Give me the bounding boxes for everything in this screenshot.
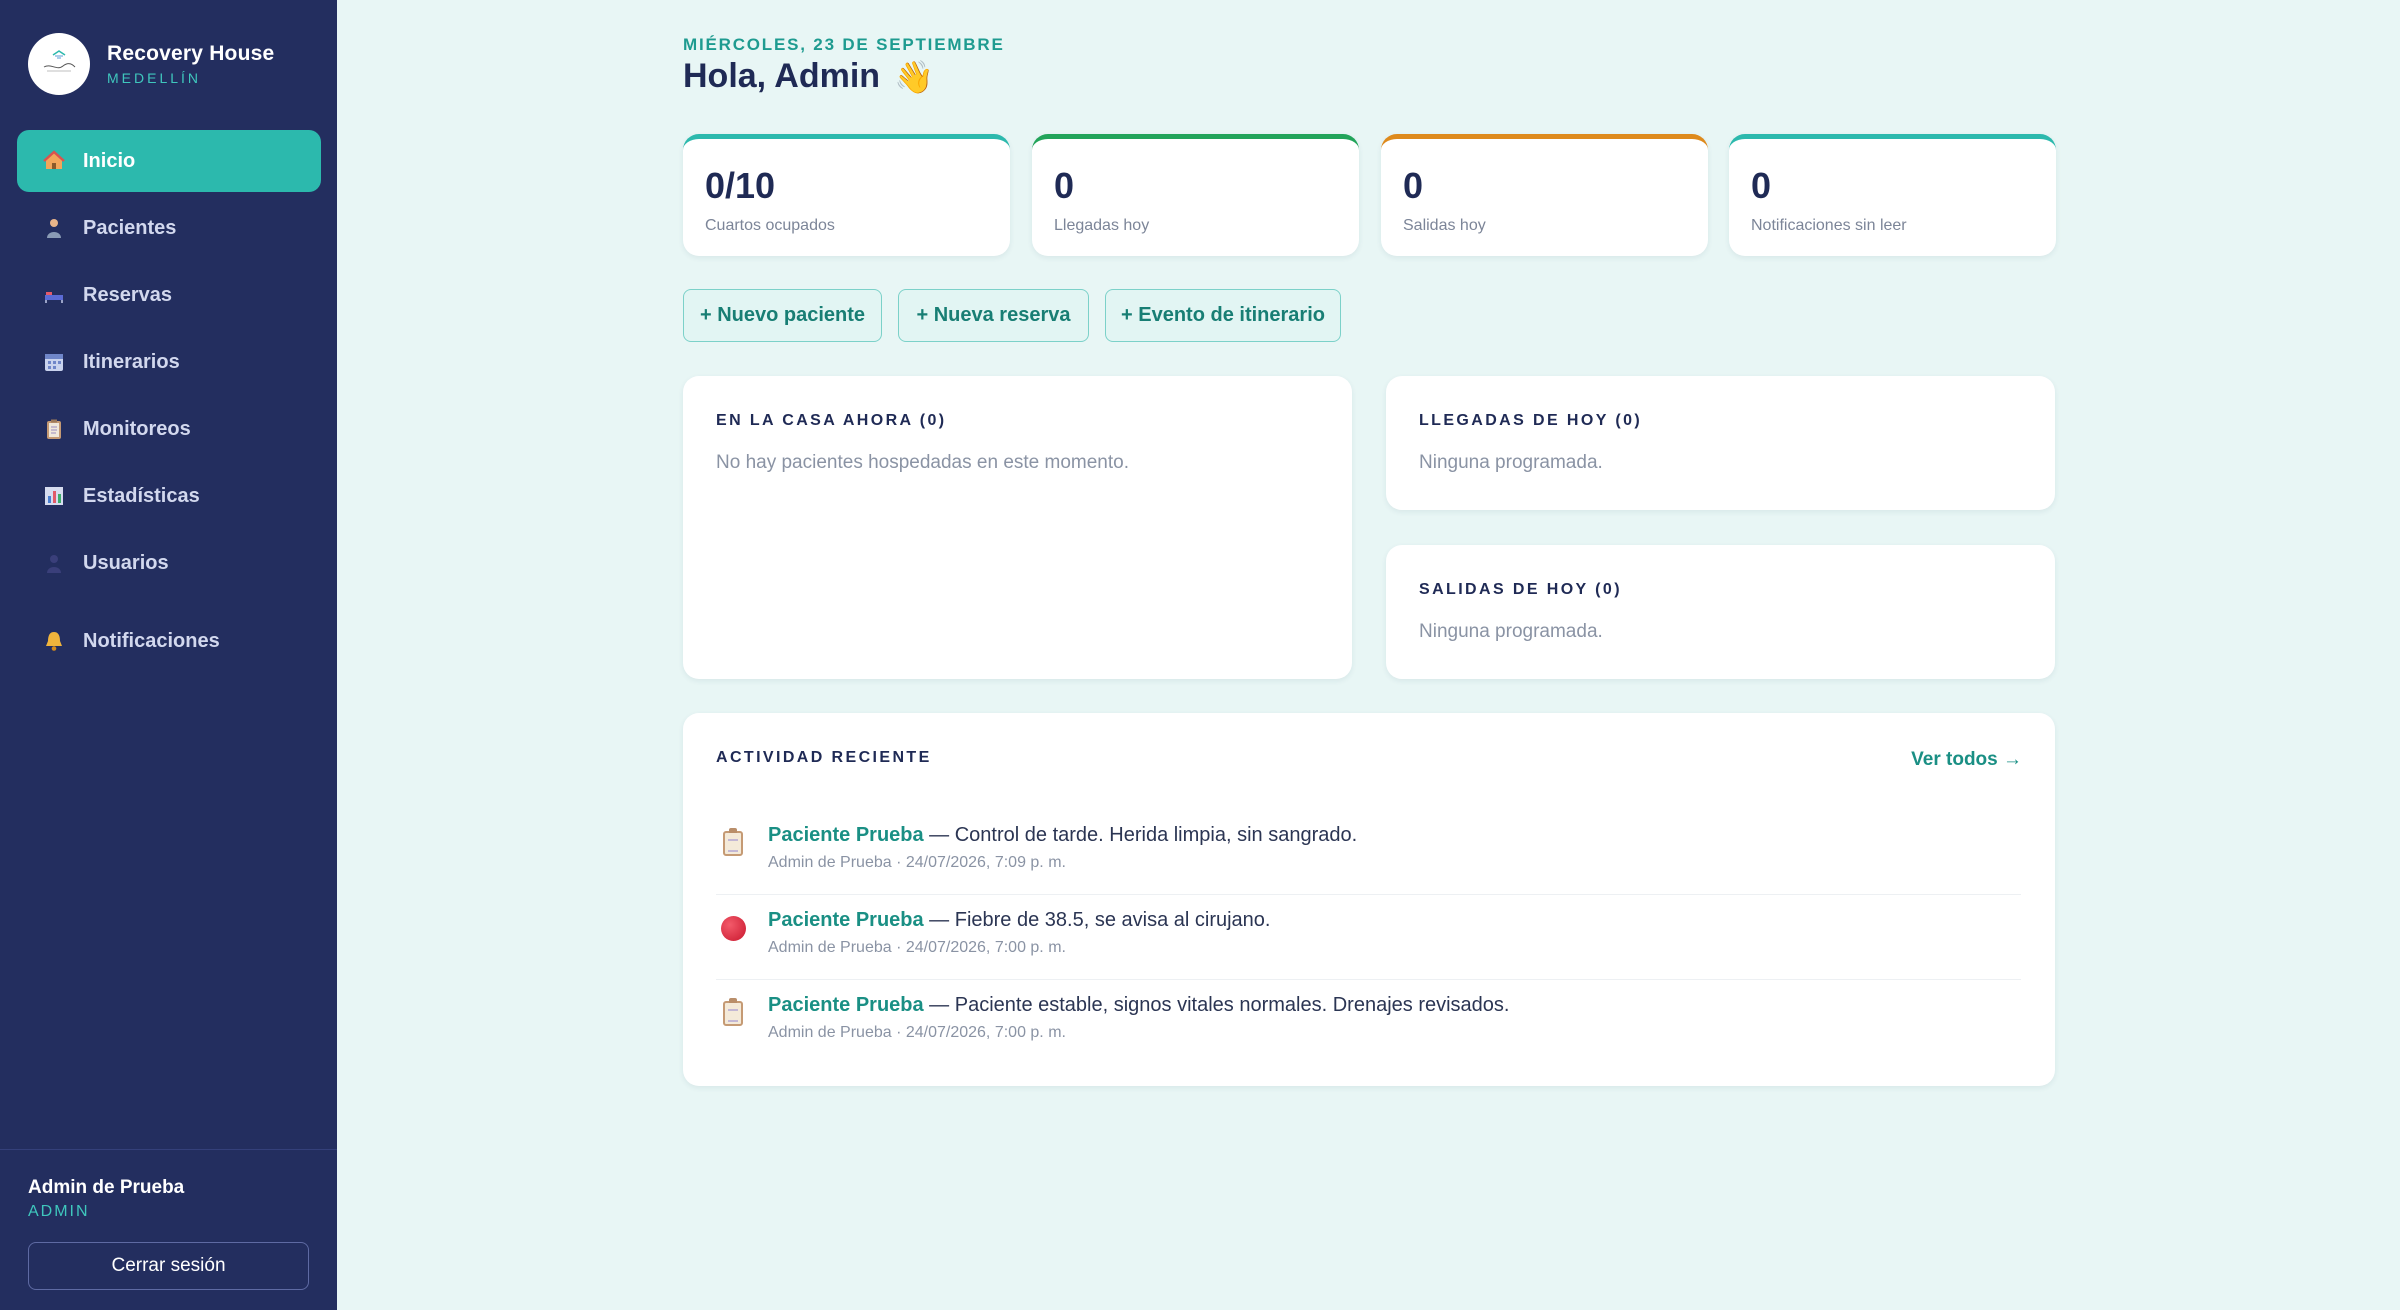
patient-link[interactable]: Paciente Prueba bbox=[768, 909, 924, 931]
sidebar-item-pacientes[interactable]: Pacientes bbox=[17, 197, 321, 259]
sidebar-item-label: Pacientes bbox=[83, 216, 177, 239]
greeting-text: Hola, Admin bbox=[683, 57, 881, 95]
in-house-card: EN LA CASA AHORA (0) No hay pacientes ho… bbox=[683, 376, 1352, 679]
brand-name: Recovery House bbox=[107, 42, 275, 65]
sidebar-item-inicio[interactable]: Inicio bbox=[17, 130, 321, 192]
user-icon bbox=[43, 552, 65, 574]
activity-meta: Admin de Prueba · 24/07/2026, 7:09 p. m. bbox=[768, 854, 1066, 871]
logout-button[interactable]: Cerrar sesión bbox=[28, 1242, 309, 1290]
card-title: LLEGADAS DE HOY (0) bbox=[1419, 412, 1643, 429]
stat-card-arrivals: 0 Llegadas hoy bbox=[1032, 134, 1359, 256]
sidebar-item-itinerarios[interactable]: Itinerarios bbox=[17, 331, 321, 393]
activity-item[interactable]: Paciente Prueba — Paciente estable, sign… bbox=[716, 980, 2021, 1065]
new-patient-button[interactable]: + Nuevo paciente bbox=[683, 289, 882, 342]
card-title: EN LA CASA AHORA (0) bbox=[716, 412, 947, 429]
waving-hand-icon: 👋 bbox=[894, 58, 934, 95]
user-role: ADMIN bbox=[28, 1203, 90, 1220]
clipboard-icon bbox=[720, 827, 746, 856]
sidebar-item-label: Monitoreos bbox=[83, 417, 191, 440]
patient-link[interactable]: Paciente Prueba bbox=[768, 994, 924, 1016]
card-title: SALIDAS DE HOY (0) bbox=[1419, 581, 1622, 598]
brand[interactable]: Recovery House MEDELLÍN bbox=[28, 33, 274, 95]
stat-card-rooms: 0/10 Cuartos ocupados bbox=[683, 134, 1010, 256]
card-title: ACTIVIDAD RECIENTE bbox=[716, 749, 932, 766]
stat-value: 0 bbox=[1054, 165, 1075, 206]
stat-label: Salidas hoy bbox=[1403, 217, 1486, 234]
sidebar-item-label: Usuarios bbox=[83, 551, 169, 574]
activity-meta: Admin de Prueba · 24/07/2026, 7:00 p. m. bbox=[768, 939, 1066, 956]
calendar-icon bbox=[43, 351, 65, 373]
arrivals-card: LLEGADAS DE HOY (0) Ninguna programada. bbox=[1386, 376, 2055, 510]
bar-chart-icon bbox=[43, 485, 65, 507]
activity-description: — Fiebre de 38.5, se avisa al cirujano. bbox=[923, 909, 1271, 931]
sidebar-item-label: Itinerarios bbox=[83, 350, 180, 373]
activity-meta: Admin de Prueba · 24/07/2026, 7:00 p. m. bbox=[768, 1024, 1066, 1041]
activity-item[interactable]: Paciente Prueba — Fiebre de 38.5, se avi… bbox=[716, 895, 2021, 980]
stat-value: 0 bbox=[1403, 165, 1424, 206]
bell-icon bbox=[43, 630, 65, 652]
brand-city: MEDELLÍN bbox=[107, 70, 202, 86]
activity-item[interactable]: Paciente Prueba — Control de tarde. Heri… bbox=[716, 810, 2021, 895]
user-name: Admin de Prueba bbox=[28, 1177, 185, 1198]
activity-text: Paciente Prueba — Control de tarde. Heri… bbox=[768, 824, 1357, 847]
red-circle-icon bbox=[720, 915, 746, 941]
person-icon bbox=[43, 217, 65, 239]
sidebar-item-label: Notificaciones bbox=[83, 629, 220, 652]
stat-value: 0/10 bbox=[705, 165, 776, 206]
stat-card-departures: 0 Salidas hoy bbox=[1381, 134, 1708, 256]
sidebar-item-label: Estadísticas bbox=[83, 484, 200, 507]
sidebar-item-estadisticas[interactable]: Estadísticas bbox=[17, 465, 321, 527]
departures-card: SALIDAS DE HOY (0) Ninguna programada. bbox=[1386, 545, 2055, 679]
new-reservation-button[interactable]: + Nueva reserva bbox=[898, 289, 1089, 342]
see-all-link[interactable]: Ver todos → bbox=[1911, 749, 2022, 771]
sidebar-item-usuarios[interactable]: Usuarios bbox=[17, 532, 321, 594]
stat-label: Notificaciones sin leer bbox=[1751, 217, 1907, 234]
stat-value: 0 bbox=[1751, 165, 1772, 206]
stat-card-notifications: 0 Notificaciones sin leer bbox=[1729, 134, 2056, 256]
house-icon bbox=[43, 150, 65, 172]
empty-message: No hay pacientes hospedadas en este mome… bbox=[716, 452, 1129, 473]
activity-text: Paciente Prueba — Fiebre de 38.5, se avi… bbox=[768, 909, 1270, 932]
bed-icon bbox=[43, 284, 65, 306]
clipboard-icon bbox=[43, 418, 65, 440]
activity-description: — Paciente estable, signos vitales norma… bbox=[923, 994, 1510, 1016]
sidebar-item-label: Reservas bbox=[83, 283, 172, 306]
stat-label: Cuartos ocupados bbox=[705, 217, 835, 234]
recovery-house-logo-icon bbox=[28, 33, 90, 95]
patient-link[interactable]: Paciente Prueba bbox=[768, 824, 924, 846]
current-date: MIÉRCOLES, 23 DE SEPTIEMBRE bbox=[683, 35, 1005, 54]
activity-text: Paciente Prueba — Paciente estable, sign… bbox=[768, 994, 1509, 1017]
empty-message: Ninguna programada. bbox=[1419, 452, 1603, 473]
sidebar: Recovery House MEDELLÍN Inicio Pacientes… bbox=[0, 0, 337, 1310]
stat-label: Llegadas hoy bbox=[1054, 217, 1150, 234]
sidebar-item-notificaciones[interactable]: Notificaciones bbox=[17, 610, 321, 672]
page-title: Hola, Admin 👋 bbox=[683, 57, 934, 96]
clipboard-icon bbox=[720, 997, 746, 1026]
recent-activity-card: ACTIVIDAD RECIENTE Ver todos → Paciente … bbox=[683, 713, 2055, 1086]
activity-description: — Control de tarde. Herida limpia, sin s… bbox=[923, 824, 1358, 846]
sidebar-item-monitoreos[interactable]: Monitoreos bbox=[17, 398, 321, 460]
sidebar-item-reservas[interactable]: Reservas bbox=[17, 264, 321, 326]
sidebar-item-label: Inicio bbox=[83, 149, 136, 172]
new-itinerary-event-button[interactable]: + Evento de itinerario bbox=[1105, 289, 1341, 342]
empty-message: Ninguna programada. bbox=[1419, 621, 1603, 642]
sidebar-footer: Admin de Prueba ADMIN Cerrar sesión bbox=[0, 1149, 337, 1310]
